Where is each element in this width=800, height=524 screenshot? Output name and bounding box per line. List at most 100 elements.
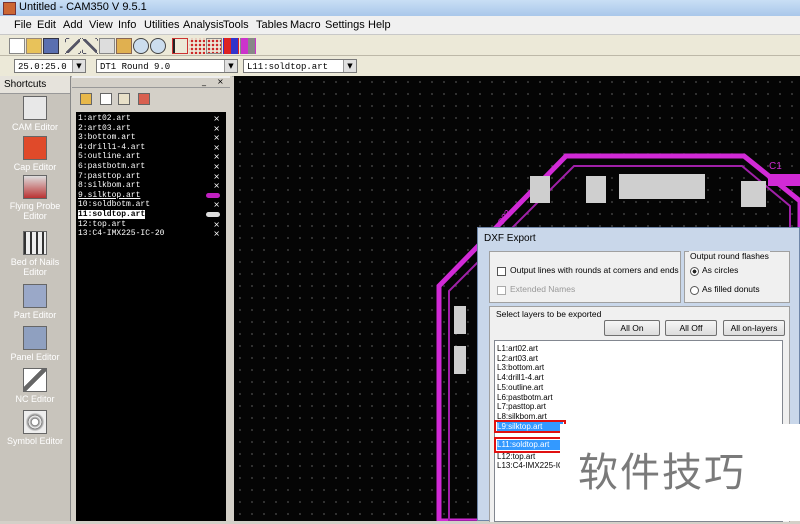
layer-name: 2:art03.art: [78, 123, 131, 133]
menu-file[interactable]: File: [14, 19, 32, 31]
close-icon[interactable]: ×: [213, 152, 220, 162]
layer-row[interactable]: 10:soldbotm.art ×: [78, 200, 224, 210]
layer-name: 11:soldtop.art: [78, 210, 146, 219]
menu-add[interactable]: Add: [63, 19, 83, 31]
menu-help[interactable]: Help: [368, 19, 391, 31]
shortcut-cap-editor[interactable]: Cap Editor: [0, 136, 70, 172]
layer-row[interactable]: 9.silktop.art: [78, 191, 224, 201]
layer-row[interactable]: 13:C4-IMX225-IC-20 ×: [78, 229, 224, 239]
grid-select[interactable]: 25.0:25.0 ▼: [14, 59, 86, 73]
layer-color-swatch[interactable]: [206, 212, 220, 217]
shortcut-nc-editor[interactable]: NC Editor: [0, 368, 70, 404]
menu-tools[interactable]: Tools: [223, 19, 249, 31]
all-on-layers-button[interactable]: All on-layers: [723, 320, 785, 336]
redraw-icon[interactable]: [99, 38, 115, 54]
zoom-in-icon[interactable]: [133, 38, 149, 54]
layer-row[interactable]: 6:pastbotm.art ×: [78, 162, 224, 172]
save-icon[interactable]: [43, 38, 59, 54]
menu-analysis[interactable]: Analysis: [183, 19, 224, 31]
output-lines-checkbox[interactable]: [497, 267, 506, 276]
origin-icon[interactable]: [172, 38, 188, 54]
layer-list[interactable]: 1:art02.art × 2:art03.art × 3:bottom.art × …: [76, 112, 226, 521]
snap-grid-icon[interactable]: [206, 38, 222, 54]
layer-row[interactable]: 3:bottom.art ×: [78, 133, 224, 143]
export-layer-item[interactable]: L6:pastbotm.art: [497, 393, 559, 403]
layer-name: 1:art02.art: [78, 114, 131, 123]
close-icon[interactable]: ×: [213, 181, 220, 191]
output-lines-label: Output lines with rounds at corners and …: [510, 265, 679, 275]
grid-icon[interactable]: [189, 38, 205, 54]
export-layer-item[interactable]: L3:bottom.art: [497, 363, 559, 373]
close-icon[interactable]: ×: [217, 77, 224, 86]
close-icon[interactable]: ×: [213, 229, 220, 239]
close-icon[interactable]: ×: [213, 200, 220, 210]
as-filled-donuts-radio[interactable]: [690, 286, 699, 295]
export-layer-item[interactable]: L1:art02.art: [497, 344, 559, 354]
shortcut-cam-editor[interactable]: CAM Editor: [0, 96, 70, 132]
layer-name: 6:pastbotm.art: [78, 162, 146, 171]
layer-row[interactable]: 8:silkbom.art ×: [78, 181, 224, 191]
layer-panel-grip[interactable]: _ ×: [72, 76, 230, 88]
layer-row[interactable]: 5:outline.art ×: [78, 152, 224, 162]
menu-info[interactable]: Info: [118, 19, 136, 31]
add-layer-icon[interactable]: [80, 93, 92, 105]
menu-edit[interactable]: Edit: [37, 19, 56, 31]
dialog-title: DXF Export: [484, 233, 536, 244]
close-icon[interactable]: ×: [213, 143, 220, 153]
shortcut-label: Part Editor: [13, 310, 57, 320]
grid-value: 25.0:25.0: [18, 62, 67, 72]
layer-row-active[interactable]: 11:soldtop.art: [78, 210, 224, 220]
export-layer-item[interactable]: L2:art03.art: [497, 354, 559, 364]
layer-colors-icon[interactable]: [223, 38, 239, 54]
layer-name: 7:pasttop.art: [78, 171, 141, 181]
new-file-icon[interactable]: [9, 38, 25, 54]
layer-table-icon[interactable]: [118, 93, 130, 105]
menu-utilities[interactable]: Utilities: [144, 19, 179, 31]
print-icon[interactable]: [116, 38, 132, 54]
menu-tables[interactable]: Tables: [256, 19, 288, 31]
shortcut-part-editor[interactable]: Part Editor: [0, 284, 70, 320]
undo-icon[interactable]: [65, 38, 81, 54]
close-icon[interactable]: ×: [213, 133, 220, 143]
as-circles-radio[interactable]: [690, 267, 699, 276]
title-bar: Untitled - CAM350 V 9.5.1: [0, 0, 800, 16]
menu-macro[interactable]: Macro: [290, 19, 321, 31]
display-mode-icon[interactable]: [240, 38, 256, 54]
open-folder-icon[interactable]: [26, 38, 42, 54]
export-layer-item[interactable]: L5:outline.art: [497, 383, 559, 393]
window-title: Untitled - CAM350 V 9.5.1: [19, 1, 147, 13]
layer-select[interactable]: L11:soldtop.art ▼: [243, 59, 357, 73]
flying-probe-icon: [23, 175, 47, 199]
shortcut-flying-probe-editor[interactable]: Flying Probe Editor: [0, 175, 70, 221]
layer-name: 5:outline.art: [78, 152, 141, 162]
shortcut-panel-editor[interactable]: Panel Editor: [0, 326, 70, 362]
menu-view[interactable]: View: [89, 19, 113, 31]
layer-row[interactable]: 7:pasttop.art ×: [78, 172, 224, 182]
layer-row[interactable]: 4:drill1-4.art ×: [78, 143, 224, 153]
shortcut-bed-of-nails-editor[interactable]: Bed of Nails Editor: [0, 231, 70, 277]
layer-color-swatch[interactable]: [206, 192, 220, 198]
export-layer-item[interactable]: L4:drill1-4.art: [497, 373, 559, 383]
menu-settings[interactable]: Settings: [325, 19, 365, 31]
remove-layer-icon[interactable]: [138, 93, 150, 105]
shortcut-symbol-editor[interactable]: Symbol Editor: [0, 410, 70, 446]
dcode-select[interactable]: DT1 Round 9.0 ▼: [96, 59, 238, 73]
layer-row[interactable]: 12:top.art ×: [78, 220, 224, 230]
highlight-annotation: [494, 437, 566, 453]
export-layer-item[interactable]: L7:pasttop.art: [497, 402, 559, 412]
close-icon[interactable]: ×: [213, 220, 220, 230]
minimize-icon[interactable]: _: [202, 77, 206, 86]
close-icon[interactable]: ×: [213, 114, 220, 124]
layer-row[interactable]: 2:art03.art ×: [78, 124, 224, 134]
export-layer-item[interactable]: L13:C4-IMX225-IC-20: [497, 461, 575, 471]
redo-icon[interactable]: [82, 38, 98, 54]
layer-row[interactable]: 1:art02.art ×: [78, 114, 224, 124]
close-icon[interactable]: ×: [213, 172, 220, 182]
all-off-button[interactable]: All Off: [665, 320, 717, 336]
extended-names-checkbox[interactable]: [497, 286, 506, 295]
zoom-out-icon[interactable]: [150, 38, 166, 54]
layer-properties-icon[interactable]: [100, 93, 112, 105]
close-icon[interactable]: ×: [213, 124, 220, 134]
all-on-button[interactable]: All On: [604, 320, 660, 336]
close-icon[interactable]: ×: [213, 162, 220, 172]
